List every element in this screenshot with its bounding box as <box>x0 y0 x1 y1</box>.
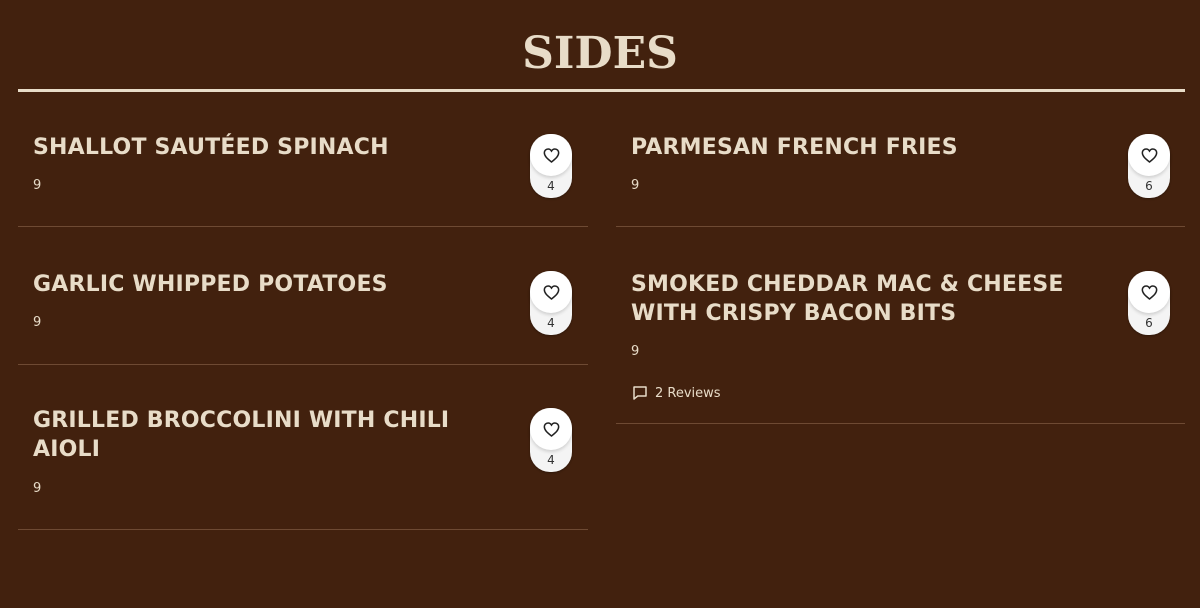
menu-item: SMOKED CHEDDAR MAC & CHEESE WITH CRISPY … <box>616 257 1185 424</box>
like-count: 4 <box>547 453 555 467</box>
menu-item-name-line: WITH CRISPY BACON BITS <box>631 301 957 326</box>
title-divider <box>18 89 1185 92</box>
like-button[interactable]: 6 <box>1128 134 1170 198</box>
reviews-count: 2 Reviews <box>655 385 721 401</box>
like-count: 6 <box>1145 316 1153 330</box>
heart-icon[interactable] <box>530 408 572 450</box>
menu-item-name-line: AIOLI <box>33 437 101 462</box>
menu-item-name: GRILLED BROCCOLINI WITH CHILI AIOLI <box>33 406 449 464</box>
reviews-link[interactable]: 2 Reviews <box>631 384 721 402</box>
heart-icon[interactable] <box>1128 271 1170 313</box>
like-count: 4 <box>547 316 555 330</box>
menu-item: GARLIC WHIPPED POTATOES 9 4 <box>18 257 588 365</box>
like-button[interactable]: 4 <box>530 134 572 198</box>
menu-item-price: 9 <box>33 178 42 193</box>
like-count: 4 <box>547 179 555 193</box>
menu-item: GRILLED BROCCOLINI WITH CHILI AIOLI 9 4 <box>18 394 588 530</box>
like-button[interactable]: 4 <box>530 408 572 472</box>
menu-item-price: 9 <box>33 481 42 496</box>
heart-icon[interactable] <box>1128 134 1170 176</box>
menu-item-price: 9 <box>631 178 640 193</box>
menu-item-name: SMOKED CHEDDAR MAC & CHEESE WITH CRISPY … <box>631 270 1064 328</box>
like-button[interactable]: 6 <box>1128 271 1170 335</box>
menu-item-name-line: GRILLED BROCCOLINI WITH CHILI <box>33 408 450 433</box>
like-count: 6 <box>1145 179 1153 193</box>
menu-item-name: PARMESAN FRENCH FRIES <box>631 135 958 160</box>
heart-icon[interactable] <box>530 134 572 176</box>
menu-item: PARMESAN FRENCH FRIES 9 6 <box>616 120 1185 227</box>
heart-icon[interactable] <box>530 271 572 313</box>
menu-item-price: 9 <box>33 315 42 330</box>
comment-icon <box>633 386 647 400</box>
menu-item-name: SHALLOT SAUTÉED SPINACH <box>33 135 389 160</box>
menu-item-price: 9 <box>631 344 640 359</box>
menu-item-name-line: SMOKED CHEDDAR MAC & CHEESE <box>631 272 1064 297</box>
menu-item-name: GARLIC WHIPPED POTATOES <box>33 272 388 297</box>
section-title: SIDES <box>522 28 678 79</box>
like-button[interactable]: 4 <box>530 271 572 335</box>
menu-item: SHALLOT SAUTÉED SPINACH 9 4 <box>18 120 588 227</box>
